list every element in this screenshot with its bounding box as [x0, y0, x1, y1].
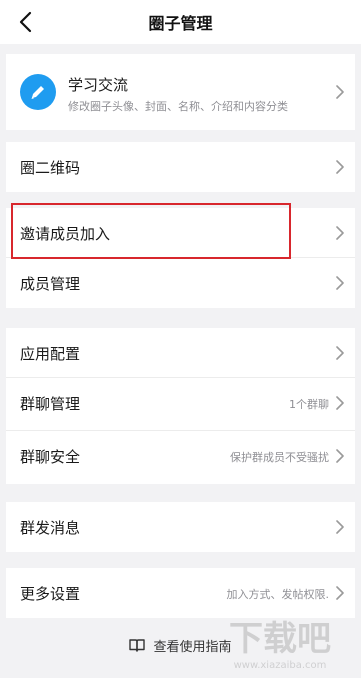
- more-settings-group: 更多设置 加入方式、发帖权限.: [6, 568, 355, 618]
- qr-code-row[interactable]: 圈二维码: [6, 142, 355, 192]
- circle-name: 学习交流: [68, 76, 129, 94]
- broadcast-message-label: 群发消息: [20, 519, 81, 537]
- group-chat-management-row[interactable]: 群聊管理 1个群聊: [6, 378, 355, 431]
- chevron-right-icon: [336, 449, 344, 463]
- group-chat-security-label: 群聊安全: [20, 448, 81, 466]
- chevron-right-icon: [336, 160, 344, 174]
- chevron-right-icon: [336, 520, 344, 534]
- pencil-icon: [31, 86, 44, 99]
- more-settings-value: 加入方式、发帖权限.: [226, 588, 330, 601]
- usage-guide-link[interactable]: 查看使用指南: [0, 633, 361, 657]
- invite-members-label: 邀请成员加入: [20, 225, 111, 243]
- watermark-url: www.xiazaiba.com: [234, 660, 327, 671]
- chevron-right-icon: [336, 346, 344, 360]
- circle-description: 修改圈子头像、封面、名称、介绍和内容分类: [68, 100, 288, 113]
- app-config-label: 应用配置: [20, 345, 81, 363]
- member-management-label: 成员管理: [20, 275, 81, 293]
- chevron-right-icon: [336, 396, 344, 410]
- group-chat-count: 1个群聊: [289, 398, 329, 411]
- qr-code-label: 圈二维码: [20, 159, 81, 177]
- broadcast-group: 群发消息: [6, 502, 355, 552]
- member-management-row[interactable]: 成员管理: [6, 258, 355, 308]
- page-title: 圈子管理: [148, 14, 213, 33]
- group-chat-security-row[interactable]: 群聊安全 保护群成员不受骚扰: [6, 431, 355, 484]
- qr-group: 圈二维码: [6, 142, 355, 192]
- profile-group: 学习交流 修改圈子头像、封面、名称、介绍和内容分类: [6, 54, 355, 130]
- avatar: [20, 74, 56, 110]
- chevron-right-icon: [336, 276, 344, 290]
- app-config-row[interactable]: 应用配置: [6, 328, 355, 378]
- apps-group: 应用配置 群聊管理 1个群聊 群聊安全 保护群成员不受骚扰: [6, 328, 355, 484]
- chevron-right-icon: [336, 586, 344, 600]
- more-settings-row[interactable]: 更多设置 加入方式、发帖权限.: [6, 568, 355, 618]
- invite-members-row[interactable]: 邀请成员加入: [6, 208, 355, 258]
- more-settings-label: 更多设置: [20, 585, 81, 603]
- chevron-right-icon: [336, 85, 344, 99]
- profile-row[interactable]: 学习交流 修改圈子头像、封面、名称、介绍和内容分类: [6, 54, 355, 130]
- book-icon: [129, 639, 146, 652]
- broadcast-message-row[interactable]: 群发消息: [6, 502, 355, 552]
- chevron-right-icon: [336, 226, 344, 240]
- members-group: 邀请成员加入 成员管理: [6, 208, 355, 308]
- usage-guide-label: 查看使用指南: [153, 639, 232, 655]
- group-chat-security-value: 保护群成员不受骚扰: [230, 451, 329, 464]
- group-chat-management-label: 群聊管理: [20, 395, 81, 413]
- navigation-bar: 圈子管理: [0, 0, 361, 44]
